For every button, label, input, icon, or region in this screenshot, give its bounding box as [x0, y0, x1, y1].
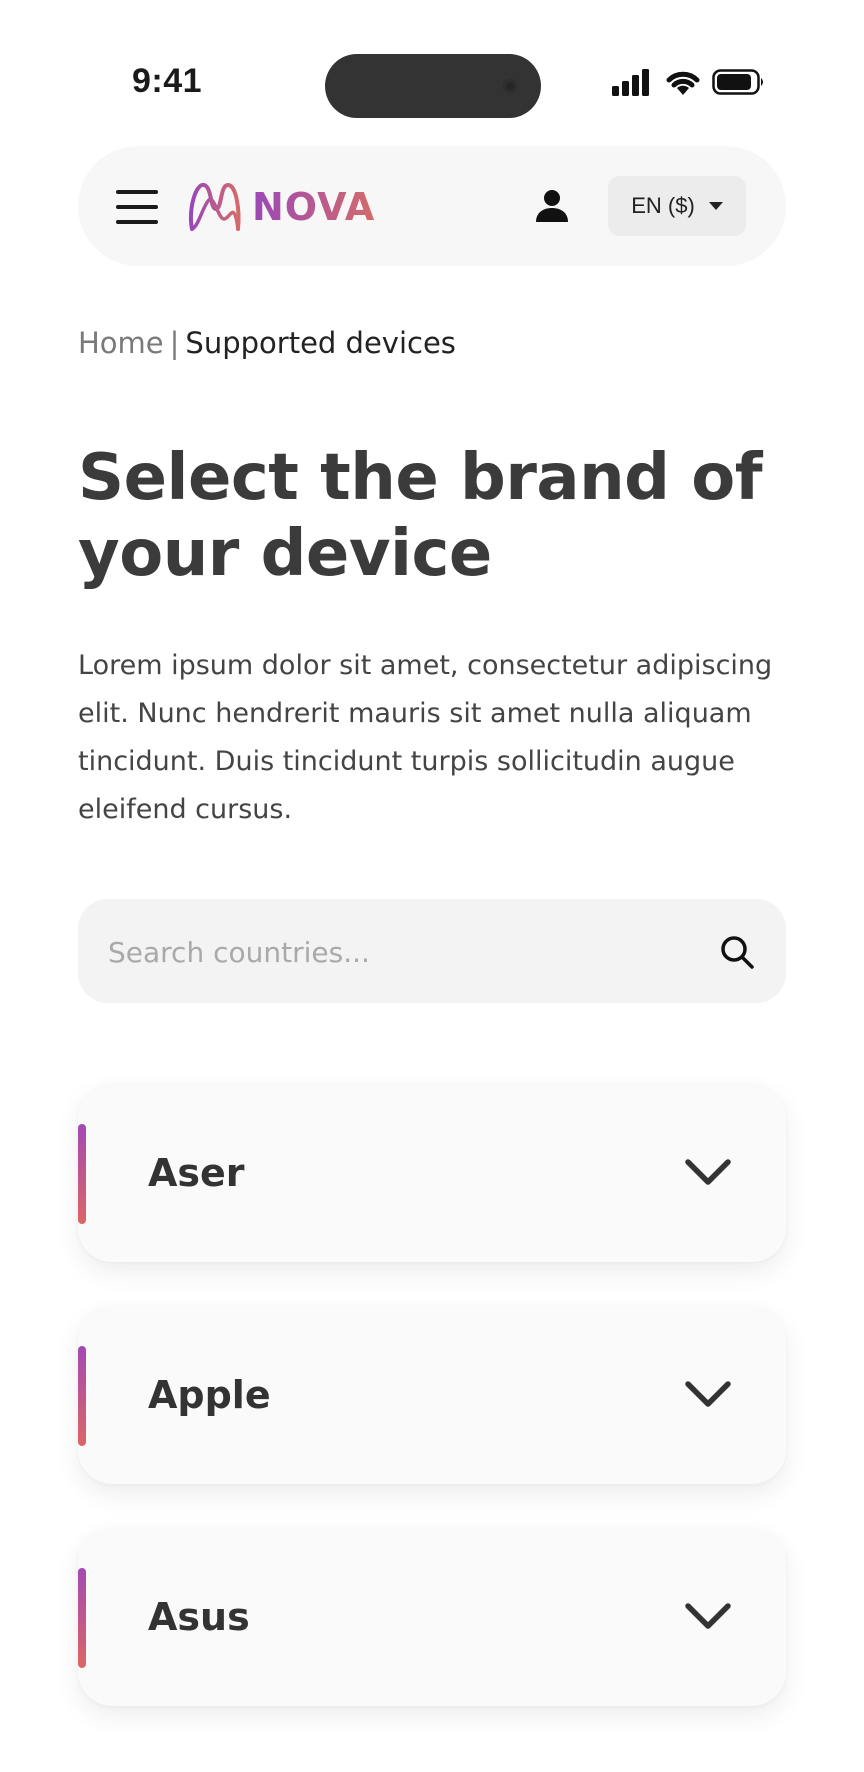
wifi-icon — [666, 71, 700, 95]
breadcrumb: Home | Supported devices — [78, 326, 456, 360]
brand-name: Aser — [148, 1151, 245, 1195]
language-label: EN ($) — [631, 193, 695, 218]
chevron-down-icon[interactable] — [683, 1154, 733, 1192]
brand-item-aser[interactable]: Aser — [78, 1084, 786, 1262]
search-icon[interactable] — [719, 934, 755, 970]
language-currency-select[interactable]: EN ($) — [608, 176, 746, 236]
brand-name: Apple — [148, 1373, 271, 1417]
brand-accent-bar — [78, 1124, 86, 1224]
search-box — [78, 899, 786, 1005]
chevron-down-icon[interactable] — [683, 1598, 733, 1636]
logo-mark-icon — [189, 182, 241, 231]
brand-item-apple[interactable]: Apple — [78, 1306, 786, 1484]
status-time: 9:41 — [132, 62, 203, 100]
page-description: Lorem ipsum dolor sit amet, consectetur … — [78, 650, 773, 825]
brand-item-asus[interactable]: Asus — [78, 1528, 786, 1706]
search-input[interactable] — [106, 899, 690, 1005]
dynamic-island — [325, 54, 541, 118]
brand-accent-bar — [78, 1568, 86, 1668]
status-icons — [612, 68, 772, 98]
menu-icon[interactable] — [116, 190, 158, 224]
brand-name: Asus — [148, 1595, 250, 1639]
page-title: Select the brand of your device — [78, 441, 763, 591]
status-bar: 9:41 — [0, 0, 864, 160]
caret-down-icon — [708, 202, 723, 210]
logo-text: NOVA — [252, 185, 376, 229]
chevron-down-icon[interactable] — [683, 1376, 733, 1414]
breadcrumb-home-link[interactable]: Home — [78, 326, 164, 360]
brand-accent-bar — [78, 1346, 86, 1446]
breadcrumb-current: Supported devices — [185, 326, 456, 360]
logo[interactable]: NOVA — [186, 178, 375, 236]
cellular-signal-icon — [612, 69, 649, 96]
user-icon[interactable] — [534, 188, 570, 224]
header: NOVA EN ($) — [78, 146, 786, 266]
battery-icon — [712, 69, 763, 95]
breadcrumb-separator: | — [169, 326, 180, 360]
front-camera-icon — [503, 79, 517, 93]
